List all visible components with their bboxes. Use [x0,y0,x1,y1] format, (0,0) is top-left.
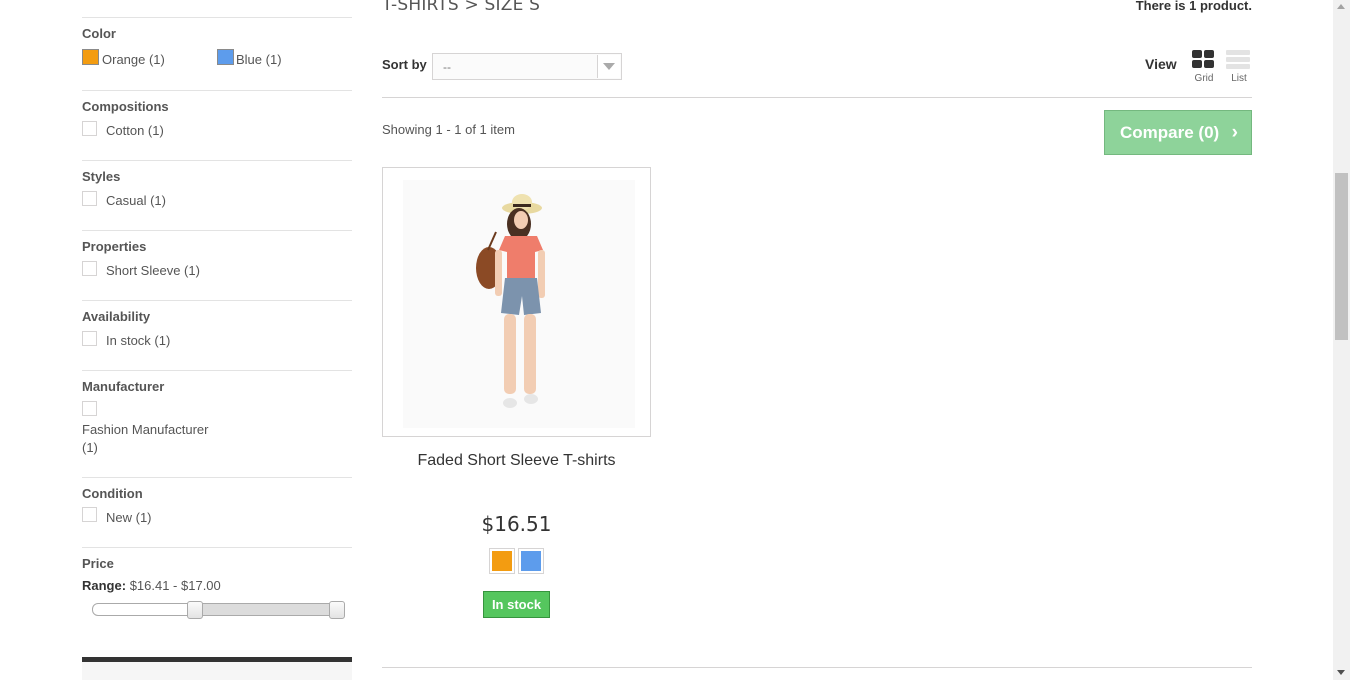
filter-checkbox-casual[interactable] [82,191,97,206]
filter-title: Availability [82,309,151,324]
filter-option-blue[interactable]: Blue (1) [217,49,337,69]
price-range-label: Range: [82,578,127,593]
color-swatch-orange[interactable] [82,49,99,65]
view-list-label[interactable]: List [1226,73,1252,84]
grid-icon[interactable] [1192,50,1215,70]
divider [382,97,1252,98]
next-block-header [82,657,352,680]
filter-option-label[interactable]: Cotton (1) [106,123,164,138]
category-title: T-SHIRTS > SIZE S [382,0,541,15]
scroll-down-arrow-icon[interactable] [1337,670,1345,675]
filter-checkbox-short-sleeve[interactable] [82,261,97,276]
filter-option-label[interactable]: New (1) [106,510,152,525]
view-grid-label[interactable]: Grid [1191,73,1217,84]
filter-manufacturer: Manufacturer Fashion Manufacturer (1) [82,370,352,477]
color-swatch-blue[interactable] [217,49,234,65]
list-icon[interactable] [1226,50,1250,70]
filter-title: Color [82,26,116,41]
product-photo-model [383,168,650,436]
divider [382,667,1252,668]
filter-availability: Availability In stock (1) [82,300,352,370]
filter-option-label[interactable]: Fashion Manufacturer [82,422,208,437]
filter-title: Styles [82,169,121,184]
filter-option-label[interactable]: Casual (1) [106,193,166,208]
sort-label: Sort by [382,57,427,72]
chevron-right-icon: › [1231,122,1238,143]
product-image[interactable] [382,167,651,437]
price-slider-max-handle[interactable] [329,601,345,619]
filter-option-orange[interactable]: Orange (1) [82,49,202,69]
product-color-swatch-orange[interactable] [489,548,515,574]
price-range-text: Range: $16.41 - $17.00 [82,578,221,593]
color-fill [521,551,541,571]
filter-color: Color Orange (1) Blue (1) [82,17,352,90]
filter-checkbox-new[interactable] [82,507,97,522]
chevron-down-icon[interactable] [597,55,620,78]
compare-button[interactable]: Compare (0) › [1104,110,1252,155]
stock-badge: In stock [483,591,550,618]
scrollbar-thumb[interactable] [1335,173,1348,340]
filter-condition: Condition New (1) [82,477,352,547]
price-slider-range [194,603,337,616]
filter-price: Price Range: $16.41 - $17.00 [82,547,352,637]
filter-option-label[interactable]: Blue (1) [236,52,282,67]
sort-select-value: -- [443,60,451,74]
product-price: $16.51 [481,512,552,536]
product-count: There is 1 product. [1135,0,1252,13]
sort-select[interactable]: -- [432,53,622,80]
color-fill [492,551,512,571]
view-label: View [1145,56,1177,72]
product-color-swatch-blue[interactable] [518,548,544,574]
scroll-up-arrow-icon[interactable] [1337,4,1345,9]
filter-title: Properties [82,239,147,254]
filter-option-count[interactable]: (1) [82,440,98,455]
filter-title: Manufacturer [82,379,165,394]
filter-compositions: Compositions Cotton (1) [82,90,352,160]
filter-properties: Properties Short Sleeve (1) [82,230,352,300]
filter-checkbox-in-stock[interactable] [82,331,97,346]
filter-option-label[interactable]: Short Sleeve (1) [106,263,200,278]
product-name[interactable]: Faded Short Sleeve T-shirts [382,452,651,470]
filter-option-label[interactable]: Orange (1) [102,52,165,67]
price-range-value: $16.41 - $17.00 [129,578,221,593]
filter-styles: Styles Casual (1) [82,160,352,230]
filter-title: Compositions [82,99,169,114]
price-slider-min-handle[interactable] [186,601,203,619]
showing-count: Showing 1 - 1 of 1 item [382,122,515,137]
filter-option-label[interactable]: In stock (1) [106,333,170,348]
compare-button-label: Compare (0) [1120,123,1220,142]
page-scrollbar[interactable] [1333,0,1350,680]
filter-checkbox-fashion-manufacturer[interactable] [82,401,97,416]
filter-checkbox-cotton[interactable] [82,121,97,136]
filter-title: Price [82,556,114,571]
filter-title: Condition [82,486,143,501]
